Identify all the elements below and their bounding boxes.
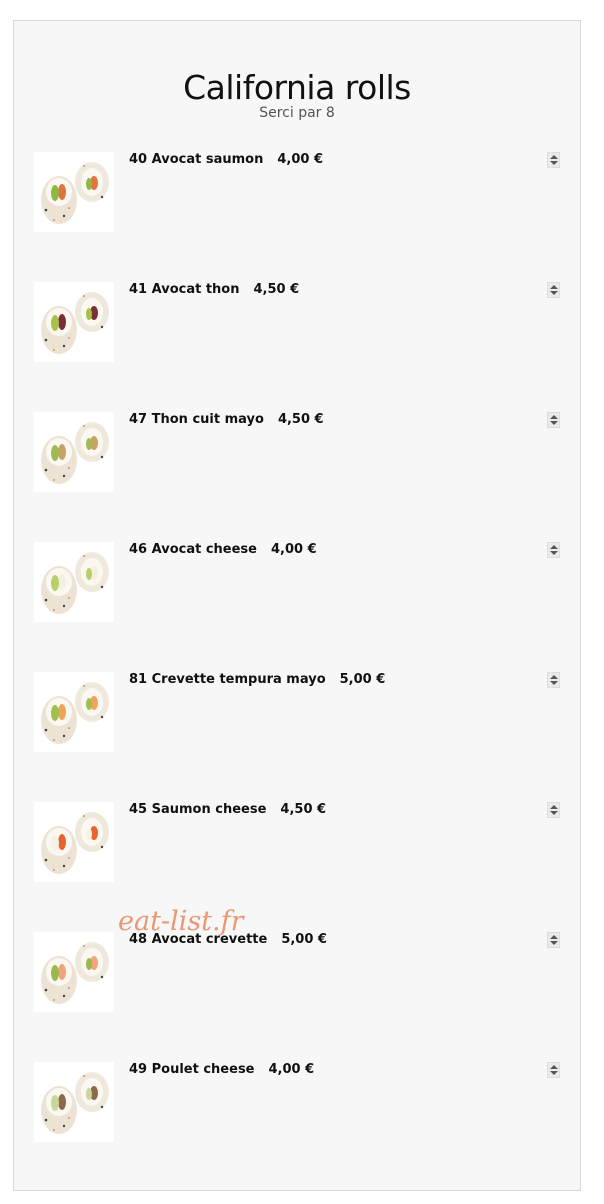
quantity-stepper[interactable] [547,932,560,948]
quantity-stepper[interactable] [547,672,560,688]
decrement-arrow-icon[interactable] [550,551,558,555]
sushi-roll-image [34,542,114,622]
sushi-roll-image [34,152,114,232]
menu-item-label: 41 Avocat thon 4,50 € [129,282,299,297]
menu-item-label: 49 Poulet cheese 4,00 € [129,1062,314,1077]
decrement-arrow-icon[interactable] [550,421,558,425]
menu-item-label: 45 Saumon cheese 4,50 € [129,802,326,817]
sushi-roll-image [34,412,114,492]
quantity-stepper[interactable] [547,1062,560,1078]
decrement-arrow-icon[interactable] [550,811,558,815]
menu-item-name: 81 Crevette tempura mayo [129,672,326,687]
menu-item: 81 Crevette tempura mayo 5,00 € [34,672,564,754]
quantity-stepper[interactable] [547,542,560,558]
menu-item-name: 48 Avocat crevette [129,932,268,947]
decrement-arrow-icon[interactable] [550,941,558,945]
quantity-stepper[interactable] [547,282,560,298]
menu-item-price: 4,50 € [253,282,300,297]
menu-item-price: 4,50 € [280,802,327,817]
menu-item: 40 Avocat saumon 4,00 € [34,152,564,234]
menu-item-price: 4,50 € [277,412,324,427]
menu-item: 47 Thon cuit mayo 4,50 € [34,412,564,494]
increment-arrow-icon[interactable] [550,155,558,159]
menu-item-price: 4,00 € [268,1062,315,1077]
page-title: California rolls [183,68,411,107]
increment-arrow-icon[interactable] [550,415,558,419]
sushi-roll-image [34,282,114,362]
menu-item-price: 4,00 € [277,152,323,167]
increment-arrow-icon[interactable] [550,1065,558,1069]
menu-item-price: 5,00 € [281,932,327,947]
quantity-stepper[interactable] [547,802,560,818]
sushi-roll-image [34,802,114,882]
menu-item-name: 41 Avocat thon [129,282,240,297]
menu-item: 48 Avocat crevette 5,00 € [34,932,564,1014]
increment-arrow-icon[interactable] [550,285,558,289]
quantity-stepper[interactable] [547,152,560,168]
menu-item-price: 4,00 € [271,542,317,557]
menu-item-label: 47 Thon cuit mayo 4,50 € [129,412,324,427]
menu-item-name: 45 Saumon cheese [129,802,267,817]
menu-item: 46 Avocat cheese 4,00 € [34,542,564,624]
menu-item-label: 48 Avocat crevette 5,00 € [129,932,327,947]
increment-arrow-icon[interactable] [550,675,558,679]
decrement-arrow-icon[interactable] [550,161,558,165]
menu-item-label: 46 Avocat cheese 4,00 € [129,542,317,557]
menu-item-label: 81 Crevette tempura mayo 5,00 € [129,672,385,687]
menu-item-name: 49 Poulet cheese [129,1062,255,1077]
menu-item: 49 Poulet cheese 4,00 € [34,1062,564,1144]
menu-item: 41 Avocat thon 4,50 € [34,282,564,364]
menu-item-name: 40 Avocat saumon [129,152,264,167]
menu-item-name: 46 Avocat cheese [129,542,257,557]
increment-arrow-icon[interactable] [550,805,558,809]
menu-item-name: 47 Thon cuit mayo [129,412,264,427]
decrement-arrow-icon[interactable] [550,681,558,685]
menu-item: 45 Saumon cheese 4,50 € [34,802,564,884]
sushi-roll-image [34,932,114,1012]
menu-item-label: 40 Avocat saumon 4,00 € [129,152,323,167]
page-subtitle: Serci par 8 [259,105,335,121]
sushi-roll-image [34,1062,114,1142]
decrement-arrow-icon[interactable] [550,291,558,295]
menu-panel: California rolls Serci par 8 40 Avocat s… [13,20,581,1191]
increment-arrow-icon[interactable] [550,545,558,549]
decrement-arrow-icon[interactable] [550,1071,558,1075]
quantity-stepper[interactable] [547,412,560,428]
increment-arrow-icon[interactable] [550,935,558,939]
menu-item-price: 5,00 € [339,672,386,687]
sushi-roll-image [34,672,114,752]
